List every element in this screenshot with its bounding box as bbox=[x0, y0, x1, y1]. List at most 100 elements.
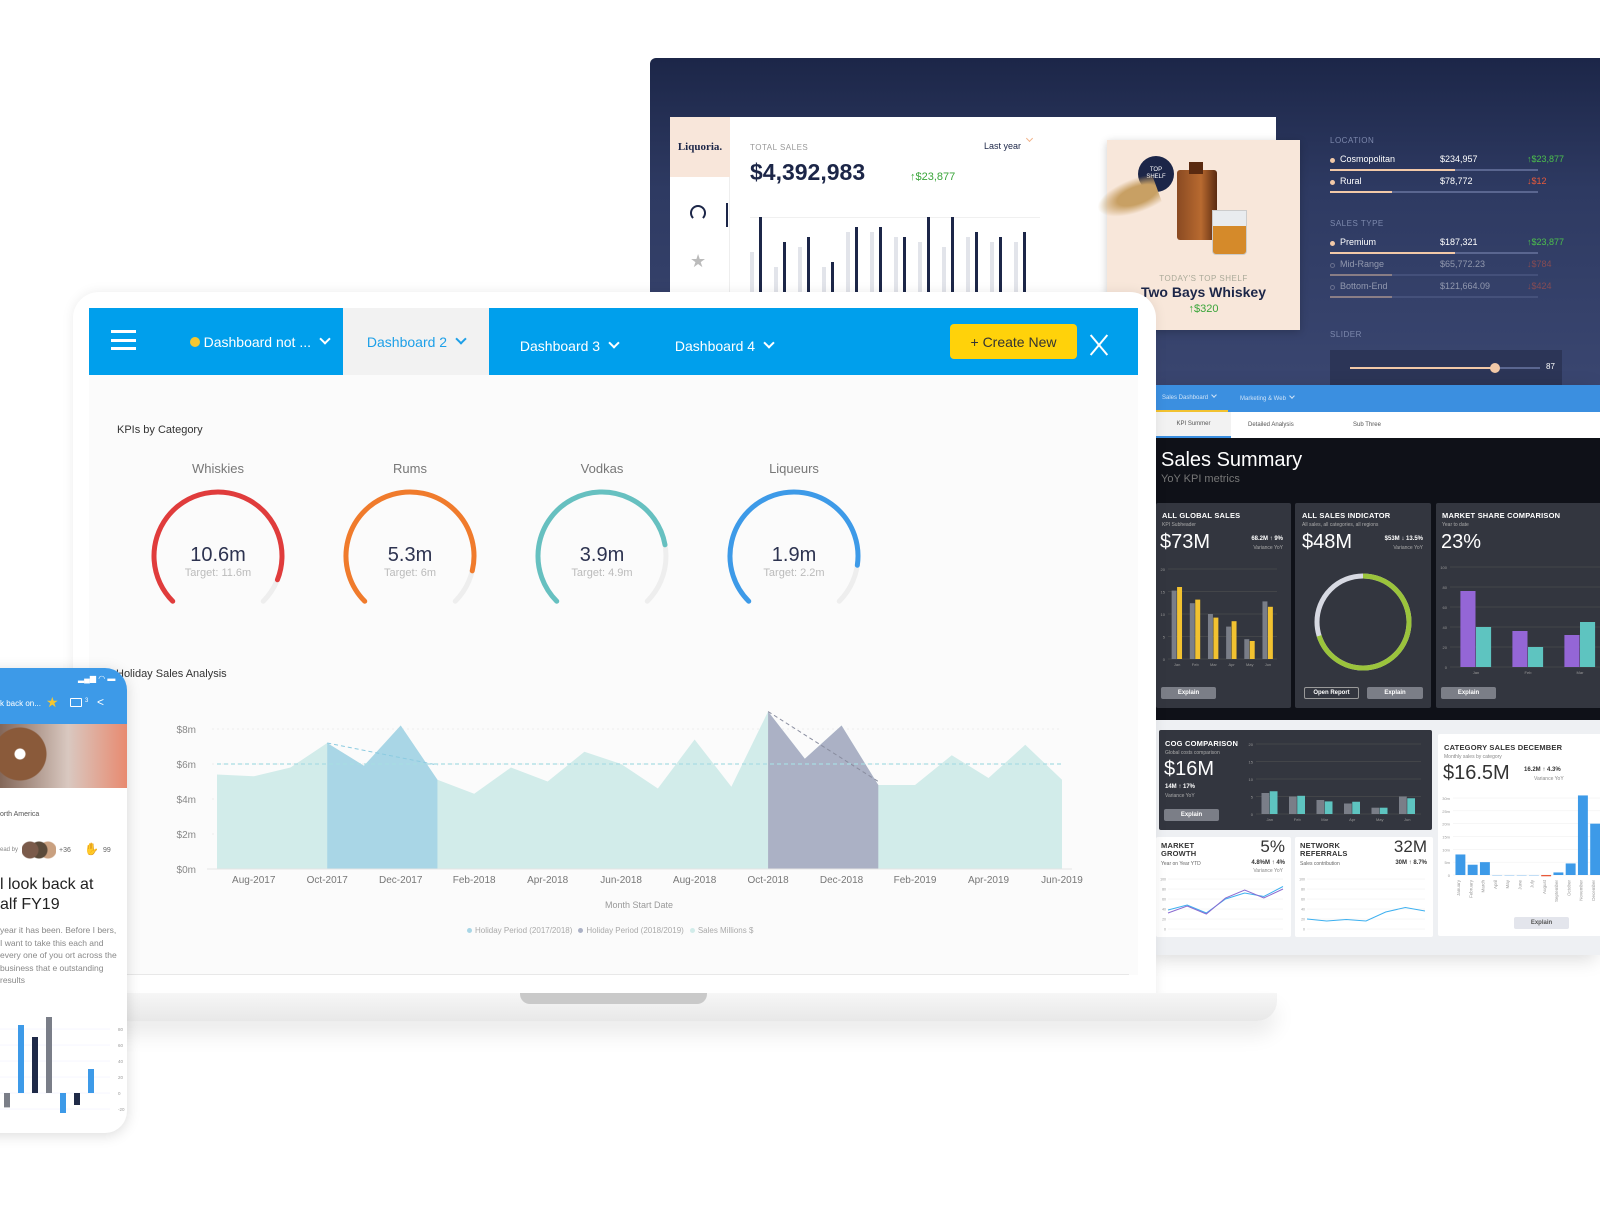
legend-item[interactable]: Holiday Period (2018/2019) bbox=[578, 926, 684, 935]
read-by-label: ead by bbox=[0, 847, 19, 853]
close-icon[interactable] bbox=[1089, 334, 1109, 356]
bar-gray bbox=[1289, 796, 1297, 814]
y-tick-label: 5 bbox=[1251, 795, 1254, 800]
x-tick-label: October bbox=[1566, 880, 1571, 897]
bottle-neck bbox=[1189, 162, 1203, 174]
list-row[interactable]: Cosmopolitan $234,957 ↑$23,877 bbox=[1330, 154, 1600, 176]
clap-icon[interactable]: ✋ bbox=[84, 842, 99, 856]
readers-more: +36 bbox=[59, 847, 71, 854]
bar-dark bbox=[999, 237, 1002, 297]
x-tick-label: September bbox=[1554, 880, 1559, 903]
tab-label: Dashboard 3 bbox=[519, 337, 601, 354]
x-tick-label: February bbox=[1468, 879, 1473, 898]
sales-bar-chart bbox=[750, 217, 1040, 297]
card-title: MARKET SHARE COMPARISON bbox=[1442, 511, 1561, 520]
subtab-detailed-analysis[interactable]: Detailed Analysis bbox=[1248, 412, 1294, 438]
tab-dashboard-3[interactable]: Dashboard 3 bbox=[489, 308, 649, 375]
explain-button[interactable]: Explain bbox=[1367, 687, 1423, 699]
whiskey-bottle-image bbox=[1177, 170, 1217, 240]
bar-v bbox=[1565, 863, 1576, 875]
list-row[interactable]: Mid-Range $65,772.23 ↓$784 bbox=[1330, 259, 1600, 281]
bullet-icon bbox=[1330, 263, 1335, 268]
bullet-icon bbox=[1330, 285, 1335, 290]
tab-label: Dashboard not ... bbox=[203, 333, 311, 350]
slider-track[interactable] bbox=[1350, 367, 1540, 369]
bar bbox=[4, 1093, 10, 1108]
explain-button[interactable]: Explain bbox=[1161, 687, 1216, 699]
comment-icon[interactable] bbox=[70, 698, 82, 707]
card-variance: 30M ↑ 8.7% bbox=[1395, 860, 1427, 866]
reader-avatars bbox=[22, 841, 56, 859]
nav-sales-dashboard[interactable]: Sales Dashboard bbox=[1156, 385, 1228, 412]
list-row[interactable]: Bottom-End $121,664.09 ↓$424 bbox=[1330, 281, 1600, 303]
period-select[interactable]: Last year bbox=[984, 134, 1034, 151]
row-change: ↑$23,877 bbox=[1527, 154, 1565, 164]
explain-button[interactable]: Explain bbox=[1164, 809, 1219, 821]
bar-gray bbox=[1244, 639, 1250, 659]
open-report-button[interactable]: Open Report bbox=[1304, 687, 1359, 699]
list-row[interactable]: Rural $78,772 ↓$12 bbox=[1330, 176, 1600, 198]
y-tick-label: -20 bbox=[118, 1107, 125, 1112]
card-subtitle: Monthly sales by category bbox=[1444, 754, 1502, 760]
tab-dashboard-2[interactable]: Dashboard 2 bbox=[343, 308, 489, 375]
y-tick-label: 20 bbox=[1162, 918, 1166, 922]
card-variance-label: Variance YoY bbox=[1253, 868, 1283, 874]
subtab-kpi-summer[interactable]: KPI Summer bbox=[1156, 412, 1231, 438]
nav-marketing-web[interactable]: Marketing & Web bbox=[1240, 385, 1295, 412]
article-body: year it has been. Before I bers, I want … bbox=[0, 925, 117, 986]
legend-item[interactable]: Sales Millions $ bbox=[689, 926, 754, 935]
card-variance: $53M ↓ 13.5% bbox=[1384, 536, 1423, 542]
bar-teal bbox=[1297, 795, 1305, 814]
card-variance-label: Variance YoY bbox=[1253, 545, 1283, 551]
share-icon[interactable]: < bbox=[97, 695, 104, 709]
star-icon[interactable]: ★ bbox=[690, 251, 706, 272]
row-name: Mid-Range bbox=[1340, 259, 1385, 269]
tab-dashboard-1[interactable]: Dashboard not ... bbox=[89, 308, 343, 375]
tab-dashboard-4[interactable]: Dashboard 4 bbox=[649, 308, 799, 375]
star-icon[interactable]: ★ bbox=[46, 694, 59, 711]
chart-legend: Holiday Period (2017/2018) Holiday Period… bbox=[467, 926, 753, 935]
gauge-icon[interactable] bbox=[690, 205, 706, 221]
kpi-section-title: KPIs by Category bbox=[117, 424, 203, 436]
card-title: COG COMPARISON bbox=[1165, 739, 1239, 748]
y-tick-label: 20m bbox=[1442, 822, 1450, 827]
x-tick-label: Jun-2018 bbox=[600, 875, 642, 886]
bar-v bbox=[1455, 854, 1466, 875]
explain-button[interactable]: Explain bbox=[1514, 917, 1569, 929]
card-variance: 16.2M ↑ 4.3% bbox=[1524, 767, 1561, 773]
market-growth-line-chart: 0 20 40 60 80 100 bbox=[1160, 878, 1284, 932]
bar-yellow bbox=[1213, 617, 1219, 659]
card-variance-label: Variance YoY bbox=[1393, 545, 1423, 551]
y-tick-label: 20 bbox=[1443, 645, 1448, 650]
create-new-button[interactable]: + Create New bbox=[950, 324, 1077, 359]
x-tick-label: Dec-2017 bbox=[379, 875, 423, 886]
subtab-sub-three[interactable]: Sub Three bbox=[1353, 412, 1381, 438]
row-bar bbox=[1330, 296, 1538, 298]
slider-handle[interactable] bbox=[1490, 363, 1500, 373]
row-name: Cosmopolitan bbox=[1340, 154, 1396, 164]
row-change: ↓$12 bbox=[1527, 176, 1547, 186]
article-title: k back on... bbox=[0, 699, 41, 708]
x-tick-label: May bbox=[1376, 817, 1384, 822]
x-tick-label: Oct-2017 bbox=[307, 875, 349, 886]
tab-label: Dashboard 4 bbox=[674, 337, 756, 354]
legend-item[interactable]: Holiday Period (2017/2018) bbox=[467, 926, 572, 935]
x-tick-label: Feb-2019 bbox=[894, 875, 937, 886]
explain-button[interactable]: Explain bbox=[1441, 687, 1496, 699]
y-tick-label: 0 bbox=[1251, 812, 1254, 817]
clap-count: 99 bbox=[103, 847, 111, 854]
chevron-down-icon bbox=[319, 333, 331, 345]
bar-light bbox=[990, 242, 994, 297]
y-tick-label: 5m bbox=[1444, 860, 1450, 865]
card-variance: 68.2M ↑ 9% bbox=[1251, 536, 1283, 542]
y-tick-label: 40 bbox=[1162, 908, 1166, 912]
x-tick-label: Aug-2017 bbox=[232, 875, 276, 886]
card-title: NETWORK REFERRALS bbox=[1300, 841, 1348, 858]
sales-indicator-ring bbox=[1314, 573, 1412, 671]
row-value: $234,957 bbox=[1440, 154, 1478, 164]
legend-label: Sales Millions $ bbox=[697, 926, 754, 935]
bar-purple bbox=[1564, 635, 1580, 667]
card-variance: 4.8%M ↑ 4% bbox=[1251, 860, 1285, 866]
list-row[interactable]: Premium $187,321 ↑$23,877 bbox=[1330, 237, 1600, 259]
bar-light bbox=[870, 232, 874, 297]
